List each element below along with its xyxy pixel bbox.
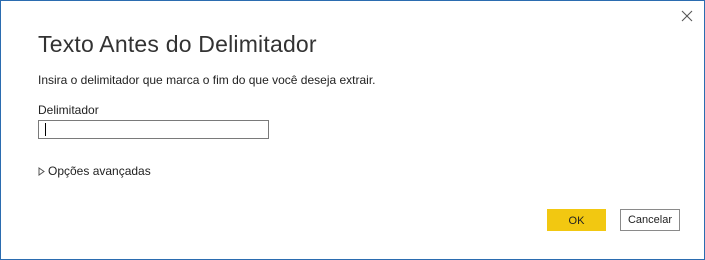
ok-button[interactable]: OK (547, 209, 606, 231)
dialog-title: Texto Antes do Delimitador (38, 31, 317, 57)
delimiter-input[interactable] (38, 120, 269, 139)
advanced-options-label: Opções avançadas (48, 164, 151, 178)
close-icon[interactable] (680, 9, 694, 23)
triangle-right-icon (38, 167, 45, 176)
cancel-button[interactable]: Cancelar (620, 209, 680, 231)
delimiter-label: Delimitador (38, 103, 99, 117)
advanced-options-toggle[interactable]: Opções avançadas (38, 164, 151, 178)
text-caret (45, 123, 46, 136)
dialog-description: Insira o delimitador que marca o fim do … (38, 73, 376, 87)
dialog: Texto Antes do Delimitador Insira o deli… (0, 0, 705, 260)
